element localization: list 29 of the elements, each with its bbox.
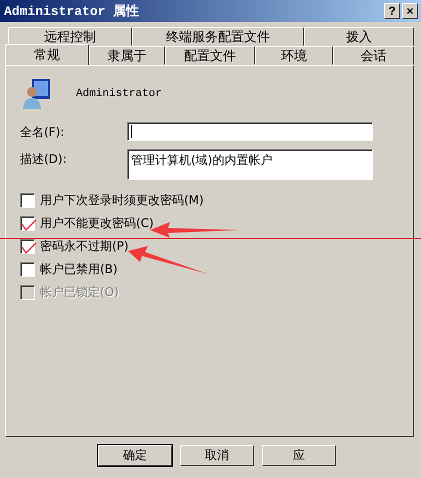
help-button[interactable]: ? bbox=[384, 3, 400, 19]
cancel-button[interactable]: 取消 bbox=[180, 445, 254, 466]
checkbox-label: 用户下次登录时须更改密码(M) bbox=[40, 192, 204, 209]
user-monitor-icon bbox=[22, 78, 52, 110]
tab[interactable]: 隶属于 bbox=[89, 46, 165, 65]
user-name: Administrator bbox=[76, 88, 162, 100]
tab[interactable]: 环境 bbox=[255, 46, 333, 65]
window-title: Administrator 属性 bbox=[4, 3, 140, 20]
checkbox[interactable] bbox=[20, 216, 35, 231]
checkbox-label: 密码永不过期(P) bbox=[40, 238, 129, 255]
apply-button[interactable]: 应 bbox=[262, 445, 336, 466]
ok-button[interactable]: 确定 bbox=[98, 445, 172, 466]
tab[interactable]: 配置文件 bbox=[165, 46, 255, 65]
checkbox-label: 帐户已禁用(B) bbox=[40, 261, 118, 278]
tab[interactable]: 会话 bbox=[333, 46, 414, 65]
close-button[interactable]: × bbox=[402, 3, 418, 19]
checkbox[interactable] bbox=[20, 262, 35, 277]
tab[interactable]: 终端服务配置文件 bbox=[132, 27, 304, 46]
field-label: 描述(D): bbox=[20, 151, 68, 168]
input-field[interactable]: 管理计算机(域)的内置帐户 bbox=[127, 149, 373, 180]
checkbox-label: 用户不能更改密码(C) bbox=[40, 215, 154, 232]
checkbox-label: 帐户已锁定(O) bbox=[40, 284, 119, 301]
checkbox[interactable] bbox=[20, 193, 35, 208]
field-label: 全名(F): bbox=[20, 124, 66, 141]
input-field[interactable] bbox=[127, 122, 373, 141]
tab[interactable]: 拨入 bbox=[304, 27, 414, 46]
checkbox[interactable] bbox=[20, 239, 35, 254]
tab[interactable]: 远程控制 bbox=[8, 27, 132, 46]
tab[interactable]: 常规 bbox=[5, 44, 89, 65]
